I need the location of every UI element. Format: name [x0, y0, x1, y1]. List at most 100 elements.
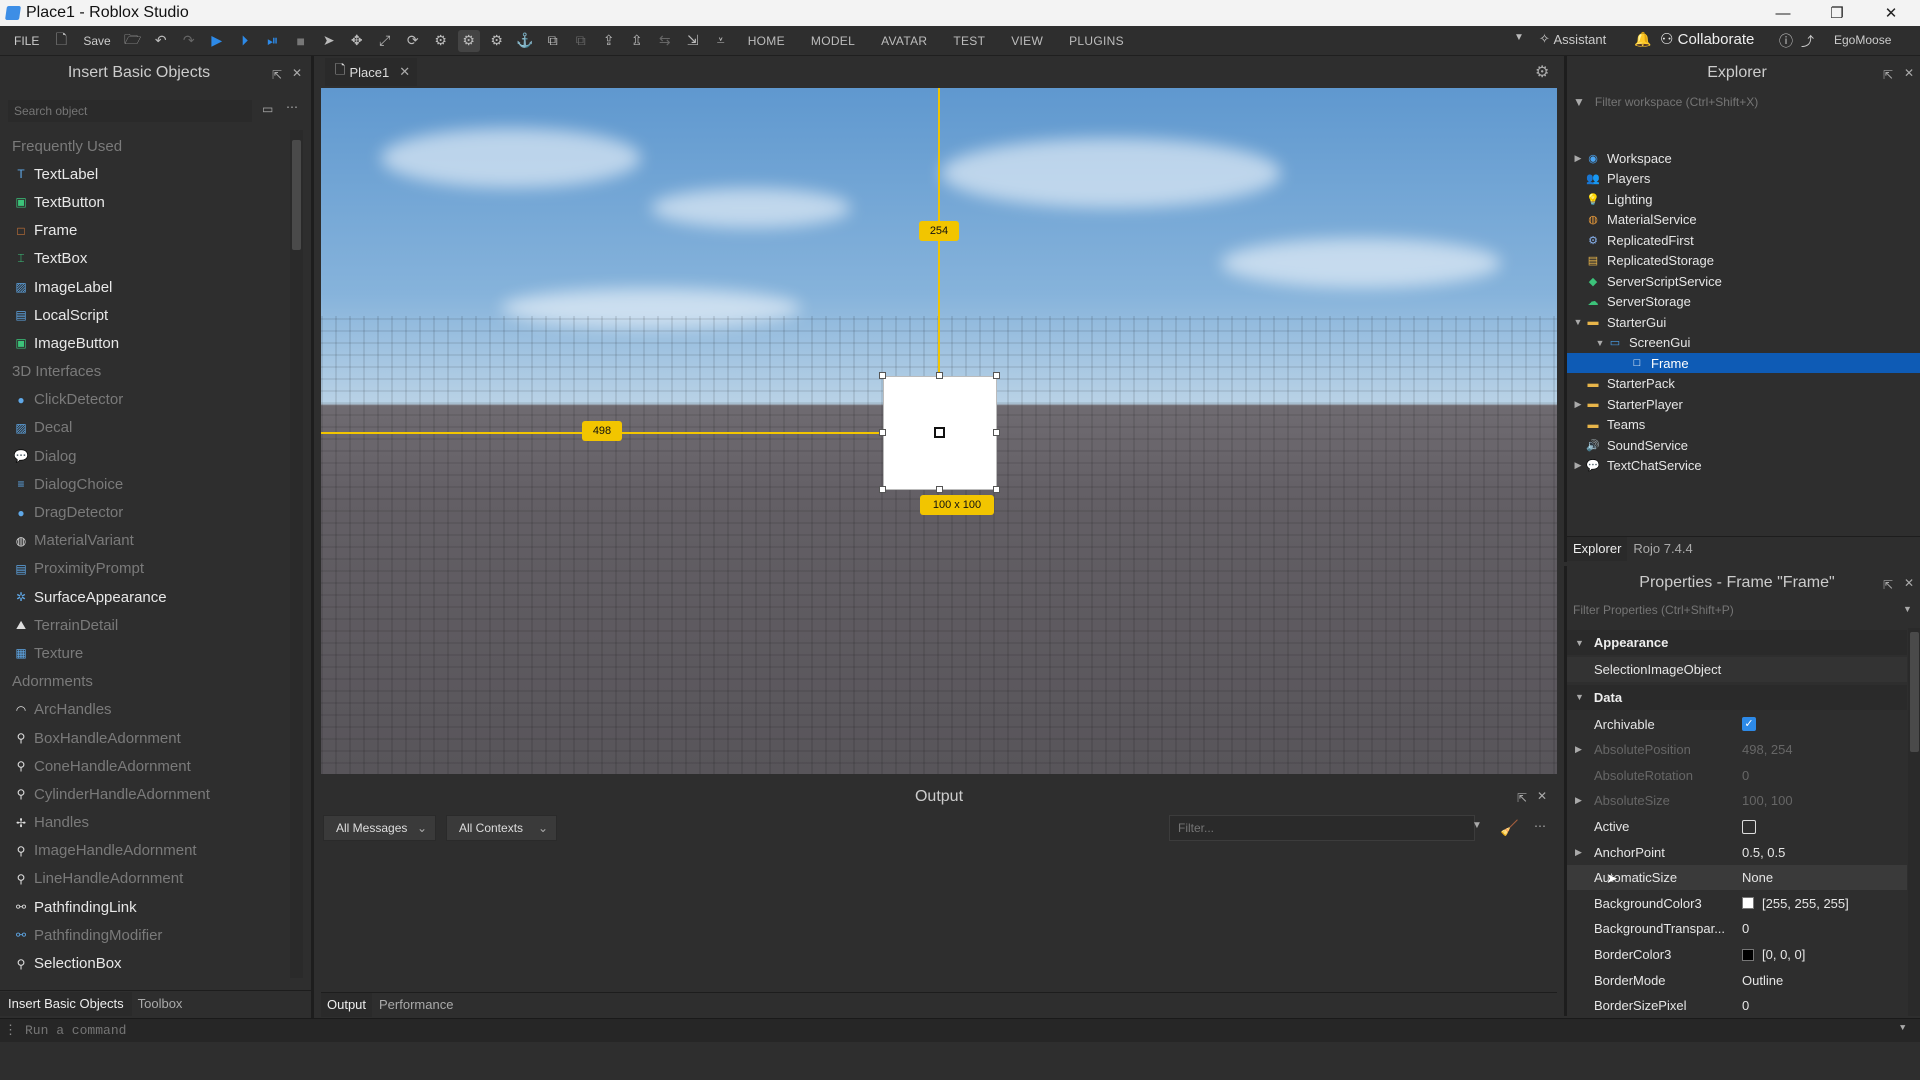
clear-output-icon[interactable]: 🧹 [1500, 819, 1519, 837]
resize-handle[interactable] [993, 372, 1000, 379]
property-row[interactable]: AbsoluteRotation 0 [1567, 763, 1907, 788]
expand-arrow-icon[interactable]: ▶ [1571, 153, 1585, 164]
scale-tool-icon[interactable]: ⤢ [374, 30, 396, 52]
resize-handle[interactable] [936, 486, 943, 493]
help-icon[interactable]: ⓘ [1779, 31, 1793, 51]
object-item[interactable]: ⚲ ImageHandleAdornment [0, 837, 290, 865]
tab-plugins[interactable]: PLUGINS [1056, 34, 1137, 48]
object-item[interactable]: ▨ ImageLabel [0, 273, 290, 301]
resize-handle[interactable] [879, 486, 886, 493]
explorer-item[interactable]: ▬ StarterPack [1567, 374, 1920, 394]
more-options-icon[interactable]: ⋯ [286, 100, 298, 114]
redo-icon[interactable]: ↷ [178, 30, 200, 52]
tab-test[interactable]: TEST [940, 34, 998, 48]
anchor-point-handle[interactable] [934, 427, 945, 438]
export-icon[interactable]: ⇲ [682, 30, 704, 52]
property-value[interactable]: 0 [1742, 998, 1749, 1013]
play-icon[interactable]: ▶ [206, 30, 228, 52]
chevron-down-icon[interactable]: ▼ [1903, 604, 1912, 614]
property-row[interactable]: BackgroundTranspar... 0 [1567, 916, 1907, 941]
object-item[interactable]: ⚲ LineHandleAdornment [0, 865, 290, 893]
object-item[interactable]: ▦ Texture [0, 639, 290, 667]
explorer-item[interactable]: ▶ ◉ Workspace [1567, 148, 1920, 168]
close-icon[interactable]: ✕ [292, 66, 302, 80]
resize-handle[interactable] [993, 486, 1000, 493]
share-icon[interactable]: ⤴ [1801, 31, 1814, 50]
expand-arrow-icon[interactable]: ▶ [1575, 847, 1582, 858]
explorer-filter[interactable]: ▼ [1573, 92, 1913, 112]
resize-handle[interactable] [936, 372, 943, 379]
color-swatch[interactable] [1742, 897, 1754, 910]
undock-icon[interactable]: ⇱ [1883, 578, 1893, 592]
property-value[interactable] [1742, 819, 1756, 834]
properties-scrollbar[interactable] [1908, 628, 1920, 1016]
scrollbar-thumb[interactable] [1910, 632, 1919, 752]
search-object-input[interactable] [8, 100, 252, 122]
more-options-icon[interactable]: ⋯ [1534, 819, 1546, 833]
expand-arrow-icon[interactable]: ▼ [1571, 317, 1585, 327]
object-item[interactable]: ▤ ProximityPrompt [0, 555, 290, 583]
new-file-icon[interactable]: 🗋 [50, 30, 72, 52]
object-item[interactable]: ▣ TextButton [0, 188, 290, 216]
expand-arrow-icon[interactable]: ▶ [1575, 744, 1582, 755]
property-row[interactable]: BorderMode Outline [1567, 968, 1907, 993]
save-button[interactable]: Save [75, 34, 118, 48]
close-window-button[interactable]: ✕ [1864, 0, 1918, 26]
resize-handle[interactable] [879, 429, 886, 436]
object-item[interactable]: ⚯ PathfindingLink [0, 893, 290, 921]
explorer-item[interactable]: 🔊 SoundService [1567, 435, 1920, 455]
explorer-item[interactable]: ▼ ▬ StarterGui [1567, 312, 1920, 332]
explorer-item[interactable]: ▤ ReplicatedStorage [1567, 251, 1920, 271]
object-item[interactable]: □ Frame [0, 217, 290, 245]
section-data[interactable]: ▼ Data [1567, 684, 1907, 710]
object-item[interactable]: ⚲ BoxHandleAdornment [0, 724, 290, 752]
object-item[interactable]: ⌶ TextBox [0, 245, 290, 273]
run-icon[interactable]: ⏯ [262, 30, 284, 52]
package-icon[interactable]: ⇫ [626, 30, 648, 52]
explorer-item[interactable]: ▶ 💬 TextChatService [1567, 456, 1920, 476]
object-item[interactable]: T TextLabel [0, 160, 290, 188]
explorer-item[interactable]: ☁ ServerStorage [1567, 292, 1920, 312]
object-list-scrollbar[interactable] [290, 130, 303, 978]
command-bar[interactable]: ⋮ ▼ [0, 1018, 1920, 1042]
expand-arrow-icon[interactable]: ▶ [1571, 460, 1585, 471]
close-icon[interactable]: ✕ [1904, 576, 1914, 590]
tab-explorer[interactable]: Explorer [1567, 536, 1628, 561]
object-item[interactable]: ⚲ SelectionBox [0, 949, 290, 977]
scrollbar-thumb[interactable] [292, 140, 301, 250]
open-folder-icon[interactable]: 🗁 [122, 30, 144, 52]
close-icon[interactable]: ✕ [1537, 789, 1547, 803]
view-toggle-icon[interactable]: ▭ [262, 102, 273, 116]
undock-icon[interactable]: ⇱ [1883, 68, 1893, 82]
object-item[interactable]: ⛰ TerrainDetail [0, 611, 290, 639]
property-row[interactable]: BackgroundColor3 [255, 255, 255] [1567, 891, 1907, 916]
tab-place1[interactable]: 🗋 Place1 ✕ [325, 58, 417, 86]
undock-icon[interactable]: ⇱ [272, 68, 282, 82]
anchor-icon[interactable]: ⚓ [514, 30, 536, 52]
checkbox[interactable]: ✓ [1742, 717, 1756, 732]
close-icon[interactable]: ✕ [1904, 66, 1914, 80]
chevron-down-icon[interactable]: ▼ [1900, 1023, 1905, 1033]
object-item[interactable]: ≡ DialogChoice [0, 470, 290, 498]
expand-arrow-icon[interactable]: ▶ [1575, 795, 1582, 806]
notification-bell-icon[interactable]: 🔔 [1634, 31, 1651, 48]
property-value[interactable]: [255, 255, 255] [1742, 896, 1849, 911]
join-surfaces-icon[interactable]: ⚙ [486, 30, 508, 52]
object-item[interactable]: ⚲ CylinderHandleAdornment [0, 780, 290, 808]
expand-arrow-icon[interactable]: ▼ [1593, 338, 1607, 348]
explorer-item[interactable]: ⚙ ReplicatedFirst [1567, 230, 1920, 250]
property-value[interactable]: Outline [1742, 973, 1783, 988]
property-row[interactable]: ▶ AbsolutePosition 498, 254 [1567, 737, 1907, 762]
explorer-item[interactable]: 👥 Players [1567, 169, 1920, 189]
property-row[interactable]: BorderColor3 [0, 0, 0] [1567, 942, 1907, 967]
resize-handle[interactable] [993, 429, 1000, 436]
object-item[interactable]: ▤ LocalScript [0, 301, 290, 329]
tab-view[interactable]: VIEW [998, 34, 1056, 48]
object-item[interactable]: ▣ ImageButton [0, 329, 290, 357]
property-value[interactable]: 0 [1742, 921, 1749, 936]
restore-button[interactable]: ❐ [1810, 0, 1864, 26]
object-item[interactable]: 💬 Dialog [0, 442, 290, 470]
chevron-down-icon[interactable]: ▼ [1514, 32, 1524, 43]
link-icon[interactable]: ⇆ [654, 30, 676, 52]
property-row[interactable]: ▶ AnchorPoint 0.5, 0.5 [1567, 840, 1907, 865]
